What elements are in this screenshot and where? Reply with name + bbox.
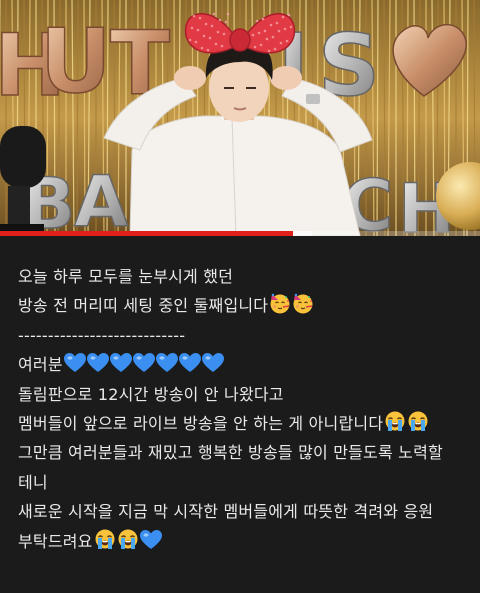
blue-heart-icon	[155, 353, 178, 373]
caption-line: 그만큼 여러분들과 재밌고 행복한 방송들 많이 만들도록 노력할	[18, 438, 480, 467]
loudly-crying-face-icon	[94, 528, 116, 550]
caption-line-text: 그만큼 여러분들과 재밌고 행복한 방송들 많이 만들도록 노력할	[18, 443, 443, 463]
partying-face-icon	[269, 292, 291, 314]
balloon-letter: U	[40, 10, 111, 113]
loudly-crying-face-icon	[407, 410, 429, 432]
caption-line-text: 돌림판으로 12시간 방송이 안 나왔다고	[18, 384, 284, 404]
caption-line: 테니	[18, 468, 480, 497]
loudly-crying-face-icon	[117, 528, 139, 550]
blue-heart-icon	[139, 529, 162, 550]
balloon-letter: A	[74, 161, 128, 236]
caption-line: 여러분	[18, 350, 480, 379]
caption-line: 부탁드려요	[18, 527, 480, 556]
blue-heart-icon	[86, 353, 109, 373]
caption-line-text: 테니	[18, 472, 48, 492]
blue-heart-icon	[178, 353, 201, 373]
caption-line-text: 새로운 시작을 지금 막 시작한 멤버들에게 따뜻한 격려와 응원	[18, 502, 434, 522]
video-frame-image: H U T I S B A C H	[0, 0, 480, 236]
caption-line-text: ----------------------------	[18, 325, 186, 345]
caption-line-text: 방송 전 머리띠 세팅 중인 둘째입니다	[18, 296, 269, 316]
caption-line: ----------------------------	[18, 321, 480, 350]
post-caption: 오늘 하루 모두를 눈부시게 했던방송 전 머리띠 세팅 중인 둘째입니다 ---…	[0, 236, 480, 556]
caption-line-text: 여러분	[18, 355, 63, 375]
partying-face-icon	[292, 292, 314, 314]
blue-heart-icon	[132, 353, 155, 373]
caption-line: 방송 전 머리띠 세팅 중인 둘째입니다	[18, 291, 480, 320]
blue-heart-icon	[201, 353, 224, 373]
video-player[interactable]: H U T I S B A C H	[0, 0, 480, 236]
caption-line-text: 오늘 하루 모두를 눈부시게 했던	[18, 267, 234, 286]
caption-line: 새로운 시작을 지금 막 시작한 멤버들에게 따뜻한 격려와 응원	[18, 497, 480, 526]
blue-heart-icon	[109, 353, 132, 373]
caption-line: 오늘 하루 모두를 눈부시게 했던	[18, 262, 480, 291]
caption-line-text: 부탁드려요	[18, 531, 93, 551]
caption-line-text: 멤버들이 앞으로 라이브 방송을 안 하는 게 아니랍니다	[18, 413, 384, 433]
blue-heart-icon	[63, 353, 86, 373]
loudly-crying-face-icon	[384, 410, 406, 432]
caption-line: 돌림판으로 12시간 방송이 안 나왔다고	[18, 380, 480, 409]
caption-line: 멤버들이 앞으로 라이브 방송을 안 하는 게 아니랍니다	[18, 409, 480, 438]
